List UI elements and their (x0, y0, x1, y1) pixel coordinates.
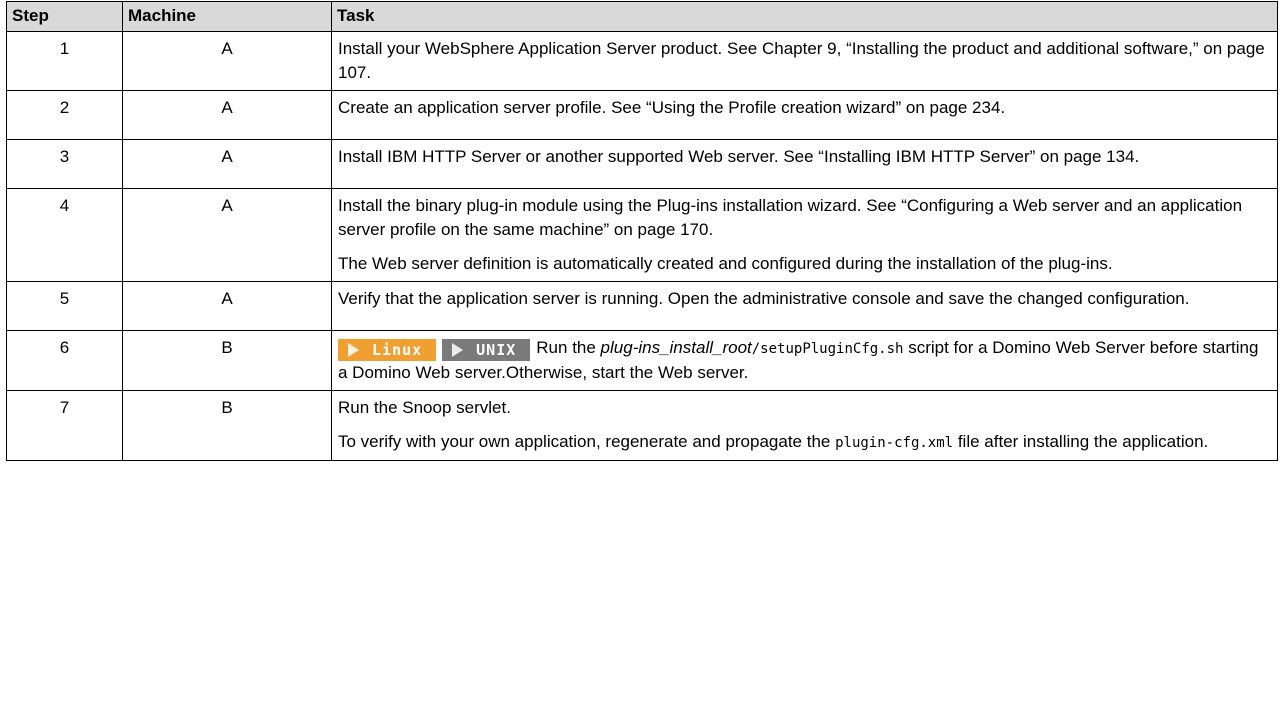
task-text: Linux UNIX Run the plug-ins_install_root/s… (338, 336, 1271, 385)
install-root-path: plug-ins_install_root (600, 338, 752, 357)
linux-badge-label: Linux (372, 341, 423, 359)
unix-badge-label: UNIX (476, 341, 517, 359)
machine-cell: B (122, 330, 332, 391)
step-number: 2 (6, 90, 123, 140)
machine-cell: A (122, 188, 332, 282)
table-row: 4 A Install the binary plug-in module us… (6, 188, 1278, 282)
linux-badge: Linux (338, 339, 437, 361)
column-header-machine: Machine (122, 1, 332, 32)
column-header-step: Step (6, 1, 123, 32)
table-row: 5 A Verify that the application server i… (6, 281, 1278, 331)
task-cell: Install IBM HTTP Server or another suppo… (331, 139, 1278, 189)
task-text: Install the binary plug-in module using … (338, 196, 1243, 239)
step-number: 3 (6, 139, 123, 189)
table-row: 6 B Linux UNIX Run the plug-ins_install_ro… (6, 330, 1278, 391)
table-row: 3 A Install IBM HTTP Server or another s… (6, 139, 1278, 189)
task-cell: Linux UNIX Run the plug-ins_install_root/s… (331, 330, 1278, 391)
unix-badge: UNIX (442, 339, 531, 361)
table-row: 2 A Create an application server profile… (6, 90, 1278, 140)
machine-cell: B (122, 390, 332, 461)
arrow-right-icon (348, 343, 359, 357)
machine-cell: A (122, 90, 332, 140)
steps-table: Step Machine Task 1 A Install your WebSp… (6, 1, 1278, 461)
task-cell: Run the Snoop servlet. To verify with yo… (331, 390, 1278, 461)
step-number: 5 (6, 281, 123, 331)
task-text: Create an application server profile. Se… (338, 98, 1006, 117)
task-note-prefix: To verify with your own application, reg… (338, 432, 836, 451)
script-filename: /setupPluginCfg.sh (751, 341, 904, 357)
step-number: 7 (6, 390, 123, 461)
table-body: 1 A Install your WebSphere Application S… (6, 31, 1278, 461)
header-row: Step Machine Task (6, 1, 1278, 32)
table-row: 7 B Run the Snoop servlet. To verify wit… (6, 390, 1278, 461)
task-text: Install your WebSphere Application Serve… (338, 39, 1265, 82)
task-note: To verify with your own application, reg… (338, 430, 1271, 455)
step-number: 1 (6, 31, 123, 91)
task-text: Run the Snoop servlet. (338, 398, 511, 417)
machine-cell: A (122, 31, 332, 91)
task-text: Install IBM HTTP Server or another suppo… (338, 147, 1140, 166)
task-text: Verify that the application server is ru… (338, 289, 1190, 308)
task-text-prefix: Run the (536, 338, 601, 357)
arrow-right-icon (452, 343, 464, 357)
machine-cell: A (122, 281, 332, 331)
step-number: 4 (6, 188, 123, 282)
task-note: The Web server definition is automatical… (338, 254, 1113, 273)
column-header-task: Task (331, 1, 1278, 32)
task-cell: Verify that the application server is ru… (331, 281, 1278, 331)
table-header: Step Machine Task (6, 1, 1278, 32)
table-row: 1 A Install your WebSphere Application S… (6, 31, 1278, 91)
task-cell: Install the binary plug-in module using … (331, 188, 1278, 282)
config-filename: plugin-cfg.xml (835, 435, 954, 451)
task-note-suffix: file after installing the application. (953, 432, 1209, 451)
task-cell: Install your WebSphere Application Serve… (331, 31, 1278, 91)
machine-cell: A (122, 139, 332, 189)
task-cell: Create an application server profile. Se… (331, 90, 1278, 140)
step-number: 6 (6, 330, 123, 391)
